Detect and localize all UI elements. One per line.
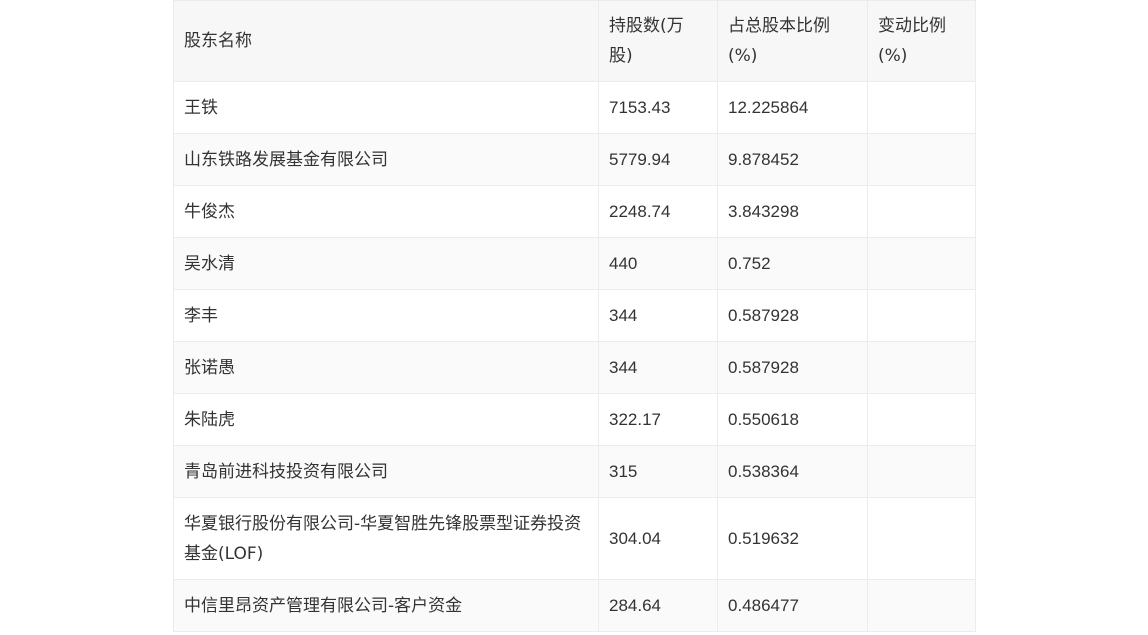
cell-name: 牛俊杰	[173, 185, 599, 238]
cell-shares: 440	[598, 237, 718, 290]
table-row: 王铁 7153.43 12.225864	[173, 81, 976, 134]
cell-change	[867, 579, 976, 632]
cell-ratio: 0.538364	[717, 445, 868, 498]
cell-name: 青岛前进科技投资有限公司	[173, 445, 599, 498]
cell-name: 朱陆虎	[173, 393, 599, 446]
cell-ratio: 0.587928	[717, 289, 868, 342]
cell-change	[867, 289, 976, 342]
cell-change	[867, 237, 976, 290]
cell-ratio: 0.752	[717, 237, 868, 290]
cell-shares: 5779.94	[598, 133, 718, 186]
cell-ratio: 0.587928	[717, 341, 868, 394]
cell-name: 李丰	[173, 289, 599, 342]
table-row: 朱陆虎 322.17 0.550618	[173, 393, 976, 446]
cell-change	[867, 393, 976, 446]
cell-change	[867, 185, 976, 238]
cell-name: 中信里昂资产管理有限公司-客户资金	[173, 579, 599, 632]
cell-shares: 322.17	[598, 393, 718, 446]
header-change: 变动比例(%)	[867, 0, 976, 82]
table-row: 张诺愚 344 0.587928	[173, 341, 976, 394]
cell-shares: 315	[598, 445, 718, 498]
cell-ratio: 9.878452	[717, 133, 868, 186]
cell-shares: 7153.43	[598, 81, 718, 134]
cell-shares: 304.04	[598, 497, 718, 580]
cell-shares: 2248.74	[598, 185, 718, 238]
table-row: 吴水清 440 0.752	[173, 237, 976, 290]
cell-name: 华夏银行股份有限公司-华夏智胜先锋股票型证券投资基金(LOF)	[173, 497, 599, 580]
table-row: 山东铁路发展基金有限公司 5779.94 9.878452	[173, 133, 976, 186]
cell-name: 山东铁路发展基金有限公司	[173, 133, 599, 186]
table-row: 青岛前进科技投资有限公司 315 0.538364	[173, 445, 976, 498]
cell-shares: 344	[598, 341, 718, 394]
table-row: 李丰 344 0.587928	[173, 289, 976, 342]
cell-shares: 344	[598, 289, 718, 342]
table-row: 华夏银行股份有限公司-华夏智胜先锋股票型证券投资基金(LOF) 304.04 0…	[173, 497, 976, 580]
cell-ratio: 12.225864	[717, 81, 868, 134]
shareholder-table: 股东名称 持股数(万股) 占总股本比例(%) 变动比例(%) 王铁 7153.4…	[173, 0, 976, 632]
header-ratio: 占总股本比例(%)	[717, 0, 868, 82]
cell-change	[867, 445, 976, 498]
cell-ratio: 3.843298	[717, 185, 868, 238]
table-row: 中信里昂资产管理有限公司-客户资金 284.64 0.486477	[173, 579, 976, 632]
cell-ratio: 0.486477	[717, 579, 868, 632]
cell-change	[867, 81, 976, 134]
shareholder-table-container: 股东名称 持股数(万股) 占总股本比例(%) 变动比例(%) 王铁 7153.4…	[173, 0, 976, 632]
header-shareholder-name: 股东名称	[173, 0, 599, 82]
cell-name: 吴水清	[173, 237, 599, 290]
table-row: 牛俊杰 2248.74 3.843298	[173, 185, 976, 238]
header-shares: 持股数(万股)	[598, 0, 718, 82]
cell-shares: 284.64	[598, 579, 718, 632]
cell-change	[867, 497, 976, 580]
cell-name: 张诺愚	[173, 341, 599, 394]
cell-change	[867, 341, 976, 394]
cell-ratio: 0.519632	[717, 497, 868, 580]
cell-ratio: 0.550618	[717, 393, 868, 446]
cell-name: 王铁	[173, 81, 599, 134]
cell-change	[867, 133, 976, 186]
table-header-row: 股东名称 持股数(万股) 占总股本比例(%) 变动比例(%)	[173, 0, 976, 82]
